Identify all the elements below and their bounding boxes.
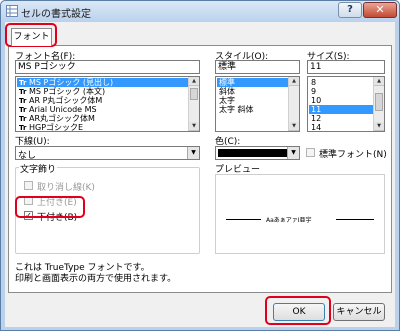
list-item-label: MS Pゴシック (見出し) bbox=[29, 78, 114, 87]
truetype-icon: Tr bbox=[19, 124, 27, 132]
list-item[interactable]: 斜体 bbox=[217, 87, 288, 96]
list-item[interactable]: Tr MS Pゴシック (本文) bbox=[17, 87, 188, 96]
list-item[interactable]: 太字 斜体 bbox=[217, 105, 288, 114]
cancel-button[interactable]: キャンセル bbox=[333, 303, 385, 321]
strikethrough-checkbox[interactable] bbox=[24, 181, 33, 190]
scroll-up-icon[interactable]: ▲ bbox=[289, 77, 299, 86]
list-item-label: AR P丸ゴシック体M bbox=[29, 96, 103, 105]
font-name-list[interactable]: Tr MS Pゴシック (見出し) Tr MS Pゴシック (本文) Tr AR P丸… bbox=[15, 76, 200, 132]
highlight-ok-button bbox=[265, 296, 331, 325]
scroll-thumb[interactable] bbox=[375, 93, 383, 111]
preview-baseline-right bbox=[336, 219, 374, 220]
scroll-thumb[interactable] bbox=[190, 88, 198, 100]
font-list-scrollbar[interactable]: ▲ ▼ bbox=[188, 77, 199, 131]
scroll-down-icon[interactable]: ▼ bbox=[189, 122, 199, 131]
close-button[interactable]: ✕ bbox=[363, 2, 397, 18]
list-item[interactable]: 太字 bbox=[217, 96, 288, 105]
scroll-down-icon[interactable]: ▼ bbox=[289, 122, 299, 131]
chevron-down-icon[interactable]: ▼ bbox=[187, 147, 199, 159]
list-item[interactable]: 12 bbox=[309, 114, 373, 123]
size-list-scrollbar[interactable]: ▲ ▼ bbox=[373, 77, 384, 131]
style-list-scrollbar[interactable]: ▲ ▼ bbox=[288, 77, 299, 131]
font-name-input[interactable]: MS Pゴシック bbox=[15, 60, 200, 74]
preview-area: AaあぁアァⅠ亜宇 bbox=[215, 174, 385, 254]
dialog-client: フォント フォント名(F): MS Pゴシック Tr MS Pゴシック (見出し)… bbox=[5, 22, 395, 327]
color-swatch bbox=[218, 149, 291, 157]
strikethrough-label: 取り消し線(K) bbox=[37, 183, 95, 193]
preview-sample: AaあぁアァⅠ亜宇 bbox=[266, 217, 312, 224]
truetype-info-detail: 印刷と画面表示の両方で使用されます。 bbox=[15, 274, 177, 284]
list-item-label: Arial Unicode MS bbox=[29, 105, 97, 114]
scroll-up-icon[interactable]: ▲ bbox=[189, 77, 199, 86]
list-item[interactable]: Tr MS Pゴシック (見出し) bbox=[17, 78, 188, 87]
underline-value: なし bbox=[18, 151, 37, 161]
window-title: セルの書式設定 bbox=[21, 9, 91, 20]
list-item[interactable]: 10 bbox=[309, 96, 373, 105]
highlight-subscript bbox=[15, 196, 85, 218]
normal-font-checkbox[interactable] bbox=[306, 148, 315, 157]
tab-font[interactable]: フォント bbox=[11, 28, 52, 46]
font-tab-panel: フォント名(F): MS Pゴシック Tr MS Pゴシック (見出し) Tr MS… bbox=[8, 45, 392, 293]
list-item[interactable]: 8 bbox=[309, 78, 373, 87]
scroll-down-icon[interactable]: ▼ bbox=[374, 122, 384, 131]
chevron-down-icon[interactable]: ▼ bbox=[287, 147, 299, 159]
list-item-label: AR丸ゴシック体M bbox=[29, 114, 95, 123]
scroll-up-icon[interactable]: ▲ bbox=[374, 77, 384, 86]
size-input[interactable]: 11 bbox=[307, 60, 385, 74]
list-item[interactable]: Tr HGPゴシックE bbox=[17, 123, 188, 132]
style-input[interactable]: 標準 bbox=[215, 60, 300, 74]
list-item-label: HGPゴシックE bbox=[29, 123, 84, 132]
list-item-label: MS Pゴシック (本文) bbox=[29, 87, 106, 96]
list-item[interactable]: 9 bbox=[309, 87, 373, 96]
list-item[interactable]: Tr AR丸ゴシック体M bbox=[17, 114, 188, 123]
list-item[interactable]: Tr Arial Unicode MS bbox=[17, 105, 188, 114]
style-list[interactable]: 標準 斜体 太字 太字 斜体 ▲ ▼ bbox=[215, 76, 300, 132]
dialog-window: セルの書式設定 ? ✕ フォント フォント名(F): MS Pゴシック Tr MS… bbox=[0, 0, 400, 331]
underline-select[interactable]: なし ▼ bbox=[15, 146, 200, 161]
size-list[interactable]: 8 9 10 11 12 14 ▲ ▼ bbox=[307, 76, 385, 132]
normal-font-label: 標準フォント(N) bbox=[319, 150, 387, 160]
help-button[interactable]: ? bbox=[338, 2, 362, 18]
preview-baseline-left bbox=[226, 219, 261, 220]
list-item[interactable]: 14 bbox=[309, 123, 373, 131]
color-select[interactable]: ▼ bbox=[215, 146, 300, 160]
list-item[interactable]: 11 bbox=[309, 105, 373, 114]
title-bar[interactable]: セルの書式設定 ? ✕ bbox=[1, 1, 399, 21]
list-item[interactable]: Tr AR P丸ゴシック体M bbox=[17, 96, 188, 105]
app-icon bbox=[6, 5, 18, 17]
list-item[interactable]: 標準 bbox=[217, 78, 288, 87]
effects-label: 文字飾り bbox=[19, 162, 58, 175]
